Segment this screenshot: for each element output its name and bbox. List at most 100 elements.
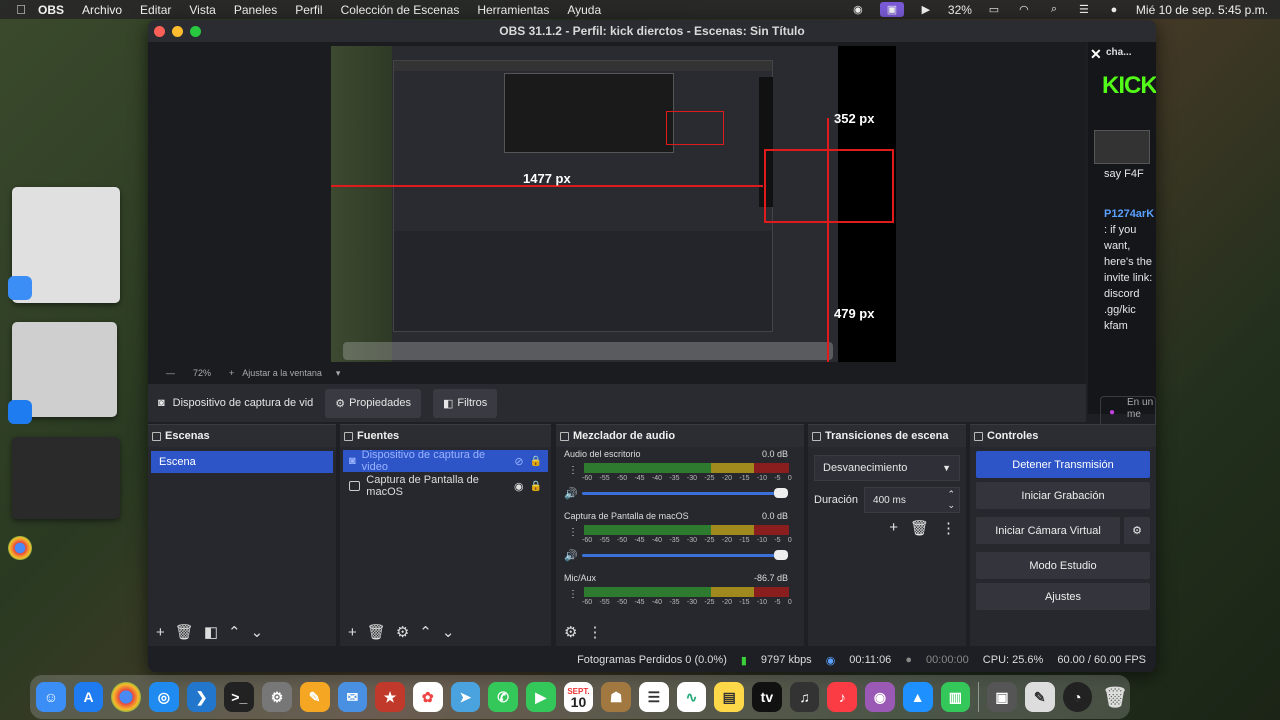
menu-herramientas[interactable]: Herramientas — [477, 3, 549, 17]
pages-icon[interactable]: ✎ — [299, 682, 330, 712]
trash-icon[interactable]: 🗑 — [910, 519, 929, 537]
siri-icon[interactable]: ● — [1106, 4, 1122, 16]
obs-dock-icon[interactable]: ◔ — [1062, 682, 1093, 712]
finder-icon[interactable]: ☺ — [36, 682, 66, 712]
menu-archivo[interactable]: Archivo — [82, 3, 122, 17]
obs-status-icon[interactable]: ◉ — [850, 4, 866, 16]
gear-icon[interactable]: ⚙ — [396, 623, 409, 641]
close-icon[interactable]: ✕ — [1090, 46, 1102, 63]
menu-vista[interactable]: Vista — [189, 3, 215, 17]
virtual-camera-settings-button[interactable]: ⚙ — [1124, 517, 1150, 544]
facetime-icon[interactable]: ▶ — [525, 682, 556, 712]
system-settings-icon[interactable]: ⚙ — [262, 682, 292, 712]
keynote-icon[interactable]: ▲ — [902, 682, 933, 712]
photos-icon[interactable]: ✿ — [412, 682, 443, 712]
battery-icon[interactable]: ▭ — [986, 4, 1002, 16]
menu-perfil[interactable]: Perfil — [295, 3, 322, 17]
duration-input[interactable]: 400 ms ⌃ ⌄ — [864, 487, 960, 513]
lock-icon[interactable]: 🔒 — [530, 481, 542, 492]
wifi-icon[interactable]: ◠ — [1016, 4, 1032, 16]
star-app-icon[interactable]: ★ — [375, 682, 405, 712]
add-icon[interactable]: + — [348, 624, 357, 641]
close-window-button[interactable] — [154, 26, 165, 37]
terminal-icon[interactable]: >_ — [224, 682, 255, 712]
menu-coleccion-escenas[interactable]: Colección de Escenas — [341, 3, 460, 17]
eye-off-icon[interactable]: ⊘ — [514, 455, 523, 468]
minimize-window-button[interactable] — [172, 26, 183, 37]
gear-icon[interactable]: ⚙ — [564, 623, 577, 641]
chevron-down-icon[interactable]: ⌄ — [251, 623, 264, 641]
start-virtual-camera-button[interactable]: Iniciar Cámara Virtual — [976, 517, 1120, 544]
filter-icon[interactable]: ◧ — [204, 623, 218, 641]
slider-handle[interactable] — [774, 488, 788, 498]
menu-ayuda[interactable]: Ayuda — [567, 3, 601, 17]
zoom-in-button[interactable]: + — [229, 368, 234, 378]
maps-icon[interactable]: ➤ — [450, 682, 481, 712]
menubar-datetime[interactable]: Mié 10 de sep. 5:45 p.m. — [1136, 3, 1268, 17]
garageband-icon[interactable]: ♫ — [789, 682, 820, 712]
properties-button[interactable]: ⚙ Propiedades — [325, 388, 421, 418]
zoom-out-button[interactable]: — — [166, 368, 175, 378]
speaker-icon[interactable]: 🔊 — [564, 549, 578, 562]
trash-icon[interactable]: 🗑 — [367, 623, 386, 641]
source-item-video-capture[interactable]: ◙ Dispositivo de captura de video ⊘ 🔒 — [343, 449, 548, 473]
fit-window-option[interactable]: Ajustar a la ventana — [242, 368, 322, 378]
speaker-icon[interactable]: 🔊 — [564, 487, 578, 500]
trash-icon[interactable]: 🗑 — [1100, 682, 1130, 712]
reminders-icon[interactable]: ☰ — [639, 682, 669, 712]
stepper-icon[interactable]: ⌃ ⌄ — [947, 489, 955, 511]
add-icon[interactable]: + — [156, 624, 165, 641]
play-icon[interactable]: ▶ — [918, 4, 934, 16]
spotlight-search-icon[interactable]: ⌕ — [1046, 3, 1062, 16]
contacts-icon[interactable]: ☗ — [601, 682, 631, 712]
vscode-icon[interactable]: ❯ — [186, 682, 217, 712]
trash-icon[interactable]: 🗑 — [175, 623, 194, 641]
apple-tv-icon[interactable]: tv — [752, 682, 782, 712]
more-icon[interactable]: ⋮ — [568, 465, 578, 476]
stage-manager-thumb-obs[interactable] — [12, 437, 120, 519]
start-recording-button[interactable]: Iniciar Grabación — [976, 482, 1150, 509]
filters-button[interactable]: ◧ Filtros — [432, 388, 498, 418]
stop-streaming-button[interactable]: Detener Transmisión — [976, 451, 1150, 478]
podcasts-icon[interactable]: ◉ — [865, 682, 895, 712]
preview-area[interactable]: 1477 px 352 px 479 px — [148, 42, 1086, 384]
volume-slider[interactable] — [582, 550, 788, 560]
freeform-icon[interactable]: ∿ — [676, 682, 707, 712]
mail-icon[interactable]: ✉ — [337, 682, 368, 712]
slider-handle[interactable] — [774, 550, 788, 560]
app-store-icon[interactable]: A — [73, 682, 104, 712]
add-icon[interactable]: + — [889, 519, 898, 537]
numbers-icon[interactable]: ▥ — [940, 682, 971, 712]
chevron-up-icon[interactable]: ⌃ — [228, 623, 241, 641]
chevron-down-icon[interactable]: ▾ — [336, 368, 341, 379]
volume-slider[interactable] — [582, 488, 788, 498]
preview-app-icon[interactable]: ▣ — [987, 682, 1017, 712]
safari-icon[interactable]: ◎ — [149, 682, 179, 712]
more-icon[interactable]: ⋮ — [568, 527, 578, 538]
textedit-icon[interactable]: ✎ — [1024, 682, 1055, 712]
menu-paneles[interactable]: Paneles — [234, 3, 277, 17]
screen-record-icon[interactable]: ▣ — [879, 2, 904, 17]
source-item-screen-capture[interactable]: Captura de Pantalla de macOS ◉ 🔒 — [343, 474, 548, 498]
eye-icon[interactable]: ◉ — [514, 480, 524, 493]
menu-editar[interactable]: Editar — [140, 3, 171, 17]
transition-select[interactable]: Desvanecimiento ▼ — [814, 455, 960, 481]
selection-box[interactable] — [764, 149, 894, 223]
preview-canvas[interactable]: 1477 px — [331, 46, 838, 362]
notes-icon[interactable]: ▤ — [714, 682, 745, 712]
scene-item[interactable]: Escena — [151, 451, 333, 473]
chrome-icon[interactable] — [111, 682, 142, 712]
calendar-icon[interactable]: SEPT. 10 — [563, 682, 594, 712]
zoom-window-button[interactable] — [190, 26, 201, 37]
messages-icon[interactable]: ✆ — [488, 682, 518, 712]
chevron-down-icon[interactable]: ⌄ — [442, 623, 455, 641]
more-icon[interactable]: ⋮ — [568, 589, 578, 600]
menu-app-name[interactable]: OBS — [38, 3, 64, 17]
studio-mode-button[interactable]: Modo Estudio — [976, 552, 1150, 579]
microphone-icon[interactable]: ● — [1109, 407, 1115, 419]
settings-button[interactable]: Ajustes — [976, 583, 1150, 610]
control-center-icon[interactable]: ☰ — [1076, 4, 1092, 16]
more-icon[interactable]: ⋮ — [587, 623, 602, 641]
apple-icon[interactable]:  — [14, 2, 28, 17]
chevron-up-icon[interactable]: ⌃ — [419, 623, 432, 641]
